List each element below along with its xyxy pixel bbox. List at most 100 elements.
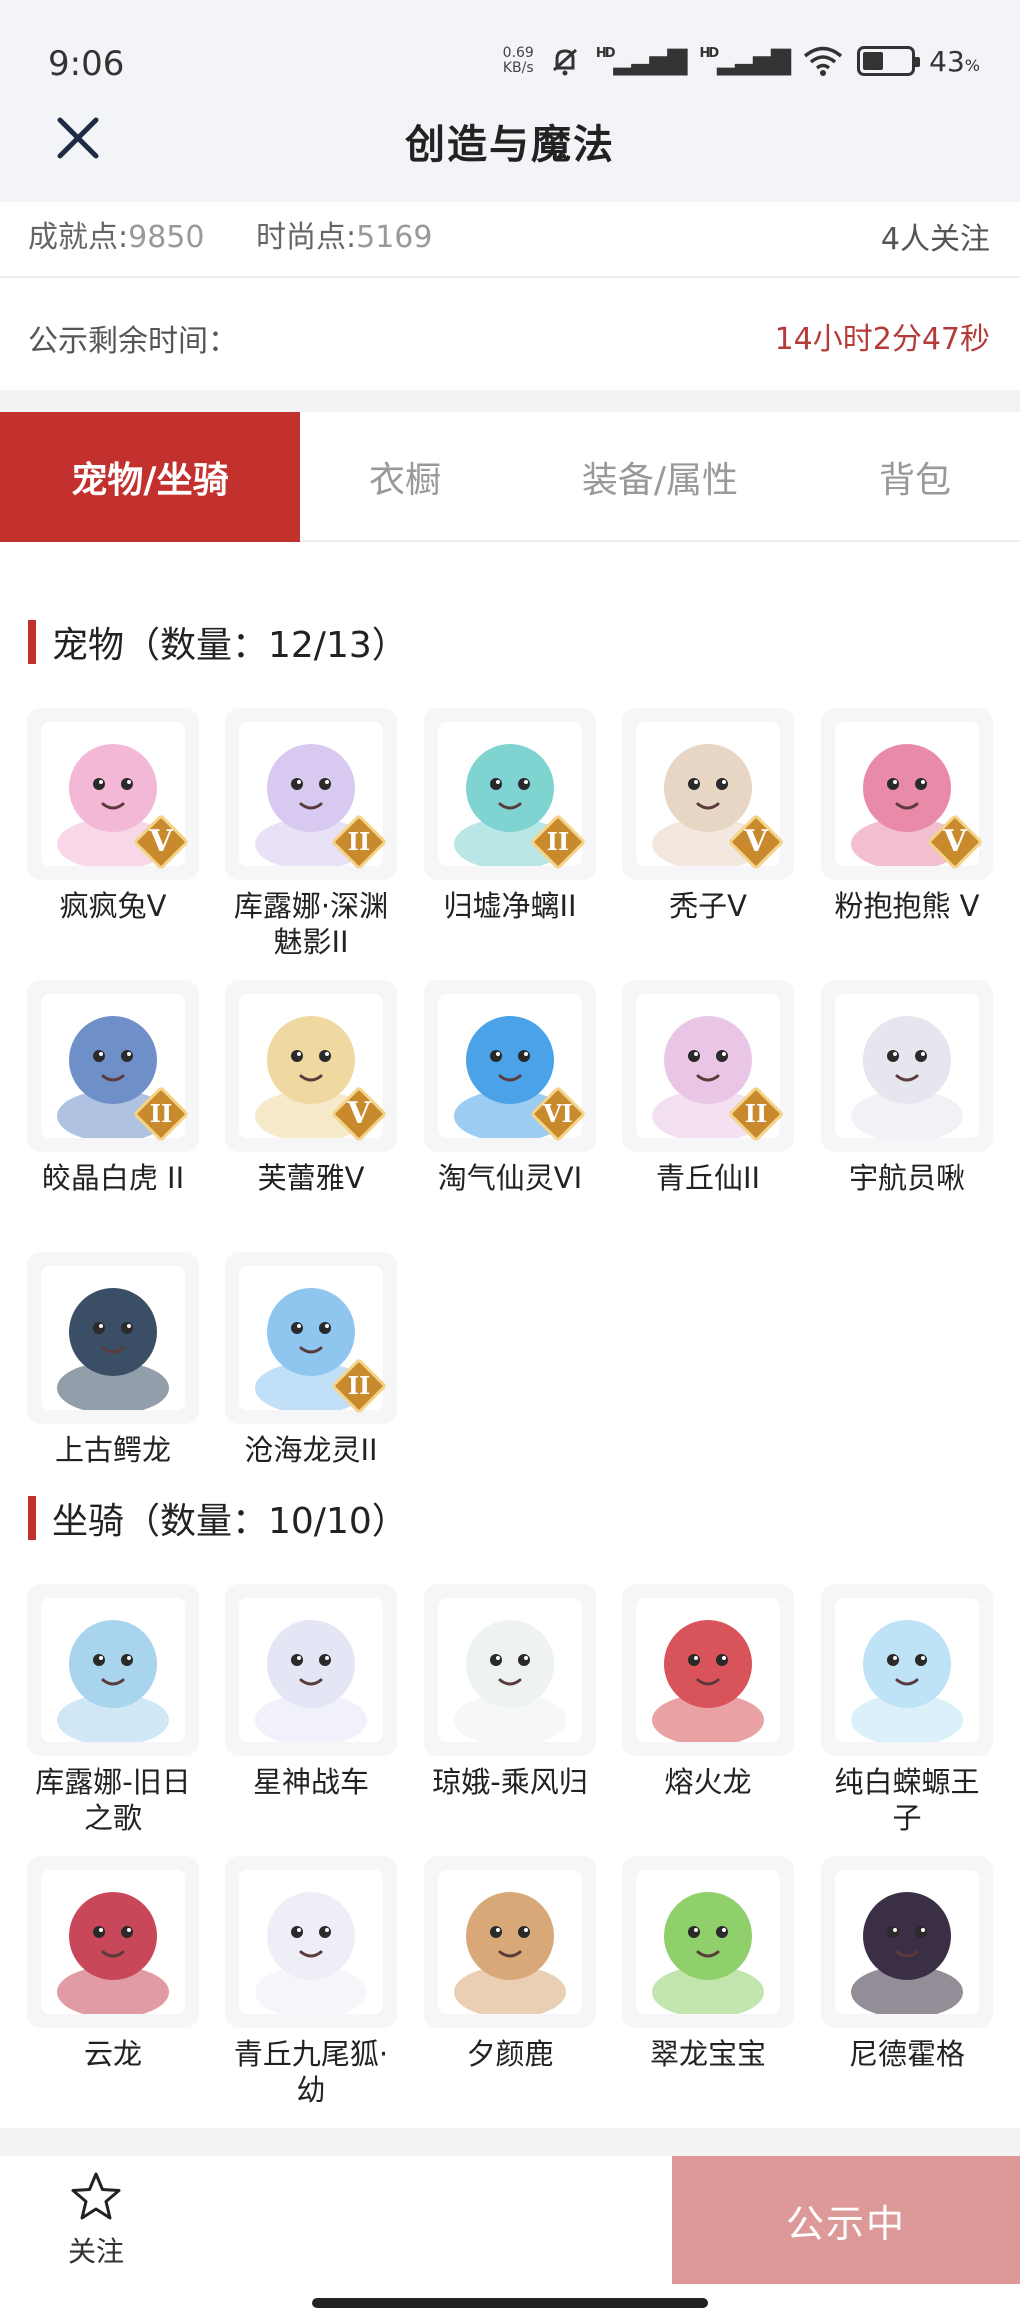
mounts-portrait-image (636, 1870, 780, 2014)
pets-item[interactable]: VI 淘气仙灵VI (424, 980, 596, 1196)
pets-item[interactable]: V 秃子V (622, 708, 794, 924)
home-indicator[interactable] (312, 2298, 708, 2308)
mounts-thumbnail[interactable] (821, 1856, 993, 2028)
pets-name: 宇航员啾 (848, 1161, 965, 1195)
follow-button[interactable]: 关注 (56, 2170, 136, 2270)
pets-name: 秃子V (669, 889, 747, 923)
pets-thumbnail[interactable]: II (225, 708, 397, 880)
timer-label: 公示剩余时间： (28, 324, 238, 359)
pets-item[interactable]: 上古鳄龙 (27, 1252, 199, 1468)
pets-item[interactable]: II 青丘仙II (622, 980, 794, 1196)
pets-item[interactable]: V 疯疯兔V (27, 708, 199, 924)
tab-pets-mounts[interactable]: 宠物/坐骑 (0, 412, 300, 542)
timer-value: 14小时2分47秒 (774, 322, 990, 357)
pets-item[interactable]: V 粉抱抱熊 V (821, 708, 993, 924)
mute-bell-icon (552, 48, 577, 76)
pets-item[interactable]: V 芙蕾雅V (225, 980, 397, 1196)
rank-badge-icon: II (330, 1357, 388, 1415)
pets-item[interactable]: II 沧海龙灵II (225, 1252, 397, 1468)
rank-badge-text: II (149, 1099, 173, 1128)
pets-thumbnail[interactable]: II (424, 708, 596, 880)
mounts-portrait-image (835, 1598, 979, 1742)
mounts-name: 星神战车 (252, 1765, 369, 1799)
points-row: 成就点:9850 时尚点:5169 4人关注 (0, 202, 1020, 278)
mounts-thumbnail[interactable] (622, 1584, 794, 1756)
pets-thumbnail[interactable]: II (27, 980, 199, 1152)
divider (0, 390, 1020, 412)
follow-label: 关注 (67, 2235, 124, 2268)
mounts-section-title: 坐骑（数量：10/10） (52, 1501, 408, 1542)
mounts-item[interactable]: 库露娜-旧日之歌 (27, 1584, 199, 1836)
achievement-points: 成就点:9850 (28, 220, 205, 255)
pets-thumbnail[interactable]: VI (424, 980, 596, 1152)
mounts-thumbnail[interactable] (424, 1584, 596, 1756)
pets-thumbnail[interactable] (27, 1252, 199, 1424)
pets-portrait-image (835, 994, 979, 1138)
mounts-thumbnail[interactable] (27, 1584, 199, 1756)
battery-percent: 43% (929, 44, 980, 78)
signal-icon-1: HD▂▃▅▇ (595, 46, 688, 76)
pets-section-title: 宠物（数量：12/13） (52, 625, 408, 666)
mounts-item[interactable]: 尼德霍格 (821, 1856, 993, 2072)
pets-thumbnail[interactable]: II (225, 1252, 397, 1424)
status-icons: 0.69 KB/s HD▂▃▅▇ HD▂▃▅▇ 43% (503, 44, 980, 78)
pets-thumbnail[interactable]: V (27, 708, 199, 880)
signal-icon-2: HD▂▃▅▇ (699, 46, 792, 76)
mounts-thumbnail[interactable] (424, 1856, 596, 2028)
mounts-portrait-image (636, 1598, 780, 1742)
status-time: 9:06 (48, 44, 125, 84)
pets-name: 淘气仙灵VI (437, 1161, 583, 1195)
rank-badge-icon: II (132, 1085, 190, 1143)
rank-badge-icon: V (926, 813, 984, 871)
mounts-item[interactable]: 翠龙宝宝 (622, 1856, 794, 2072)
top-bar: 9:06 0.69 KB/s HD▂▃▅▇ HD▂▃▅▇ 43% 创造与魔法 (0, 0, 1020, 202)
mounts-name: 库露娜-旧日之歌 (35, 1765, 191, 1835)
pets-thumbnail[interactable]: V (821, 708, 993, 880)
timer-row: 公示剩余时间： 14小时2分47秒 (0, 280, 1020, 390)
mounts-thumbnail[interactable] (225, 1856, 397, 2028)
public-status-button[interactable]: 公示中 (672, 2156, 1020, 2284)
pets-name: 上古鳄龙 (54, 1433, 171, 1467)
mounts-name: 夕颜鹿 (466, 2037, 554, 2071)
wifi-icon (804, 46, 843, 76)
mounts-thumbnail[interactable] (821, 1584, 993, 1756)
pets-thumbnail[interactable]: II (622, 980, 794, 1152)
pets-portrait-image (41, 1266, 185, 1410)
mounts-thumbnail[interactable] (622, 1856, 794, 2028)
mounts-name: 熔火龙 (664, 1765, 752, 1799)
page-title: 创造与魔法 (405, 122, 615, 168)
pets-item[interactable]: II 库露娜·深渊魅影II (225, 708, 397, 960)
mounts-item[interactable]: 琼娥-乘风归 (424, 1584, 596, 1800)
fashion-points: 时尚点:5169 (256, 220, 433, 255)
mounts-thumbnail[interactable] (27, 1856, 199, 2028)
section-accent-bar (28, 1496, 36, 1540)
mounts-item[interactable]: 熔火龙 (622, 1584, 794, 1800)
mounts-item[interactable]: 纯白蝾螈王子 (821, 1584, 993, 1836)
mounts-portrait-image (438, 1598, 582, 1742)
mounts-name: 纯白蝾螈王子 (834, 1765, 980, 1835)
pets-thumbnail[interactable]: V (225, 980, 397, 1152)
pets-item[interactable]: 宇航员啾 (821, 980, 993, 1196)
pets-name: 库露娜·深渊魅影II (233, 889, 389, 959)
pets-item[interactable]: II 皎晶白虎 II (27, 980, 199, 1196)
mounts-portrait-image (41, 1870, 185, 2014)
tab-equipment[interactable]: 装备/属性 (510, 412, 810, 542)
rank-badge-text: V (347, 1096, 371, 1131)
mounts-item[interactable]: 星神战车 (225, 1584, 397, 1800)
pets-name: 芙蕾雅V (257, 1161, 365, 1195)
tab-wardrobe[interactable]: 衣橱 (300, 412, 510, 542)
mounts-item[interactable]: 青丘九尾狐·幼 (225, 1856, 397, 2108)
mounts-thumbnail[interactable] (225, 1584, 397, 1756)
mounts-name: 尼德霍格 (848, 2037, 965, 2071)
pets-item[interactable]: II 归墟净螭II (424, 708, 596, 924)
rank-badge-icon: V (132, 813, 190, 871)
section-accent-bar (28, 620, 36, 664)
mounts-item[interactable]: 云龙 (27, 1856, 199, 2072)
mounts-item[interactable]: 夕颜鹿 (424, 1856, 596, 2072)
pets-thumbnail[interactable]: V (622, 708, 794, 880)
rank-badge-text: II (347, 1371, 371, 1400)
pets-thumbnail[interactable] (821, 980, 993, 1152)
rank-badge-icon: VI (529, 1085, 587, 1143)
tab-bag[interactable]: 背包 (810, 412, 1020, 542)
rank-badge-text: II (744, 1099, 768, 1128)
